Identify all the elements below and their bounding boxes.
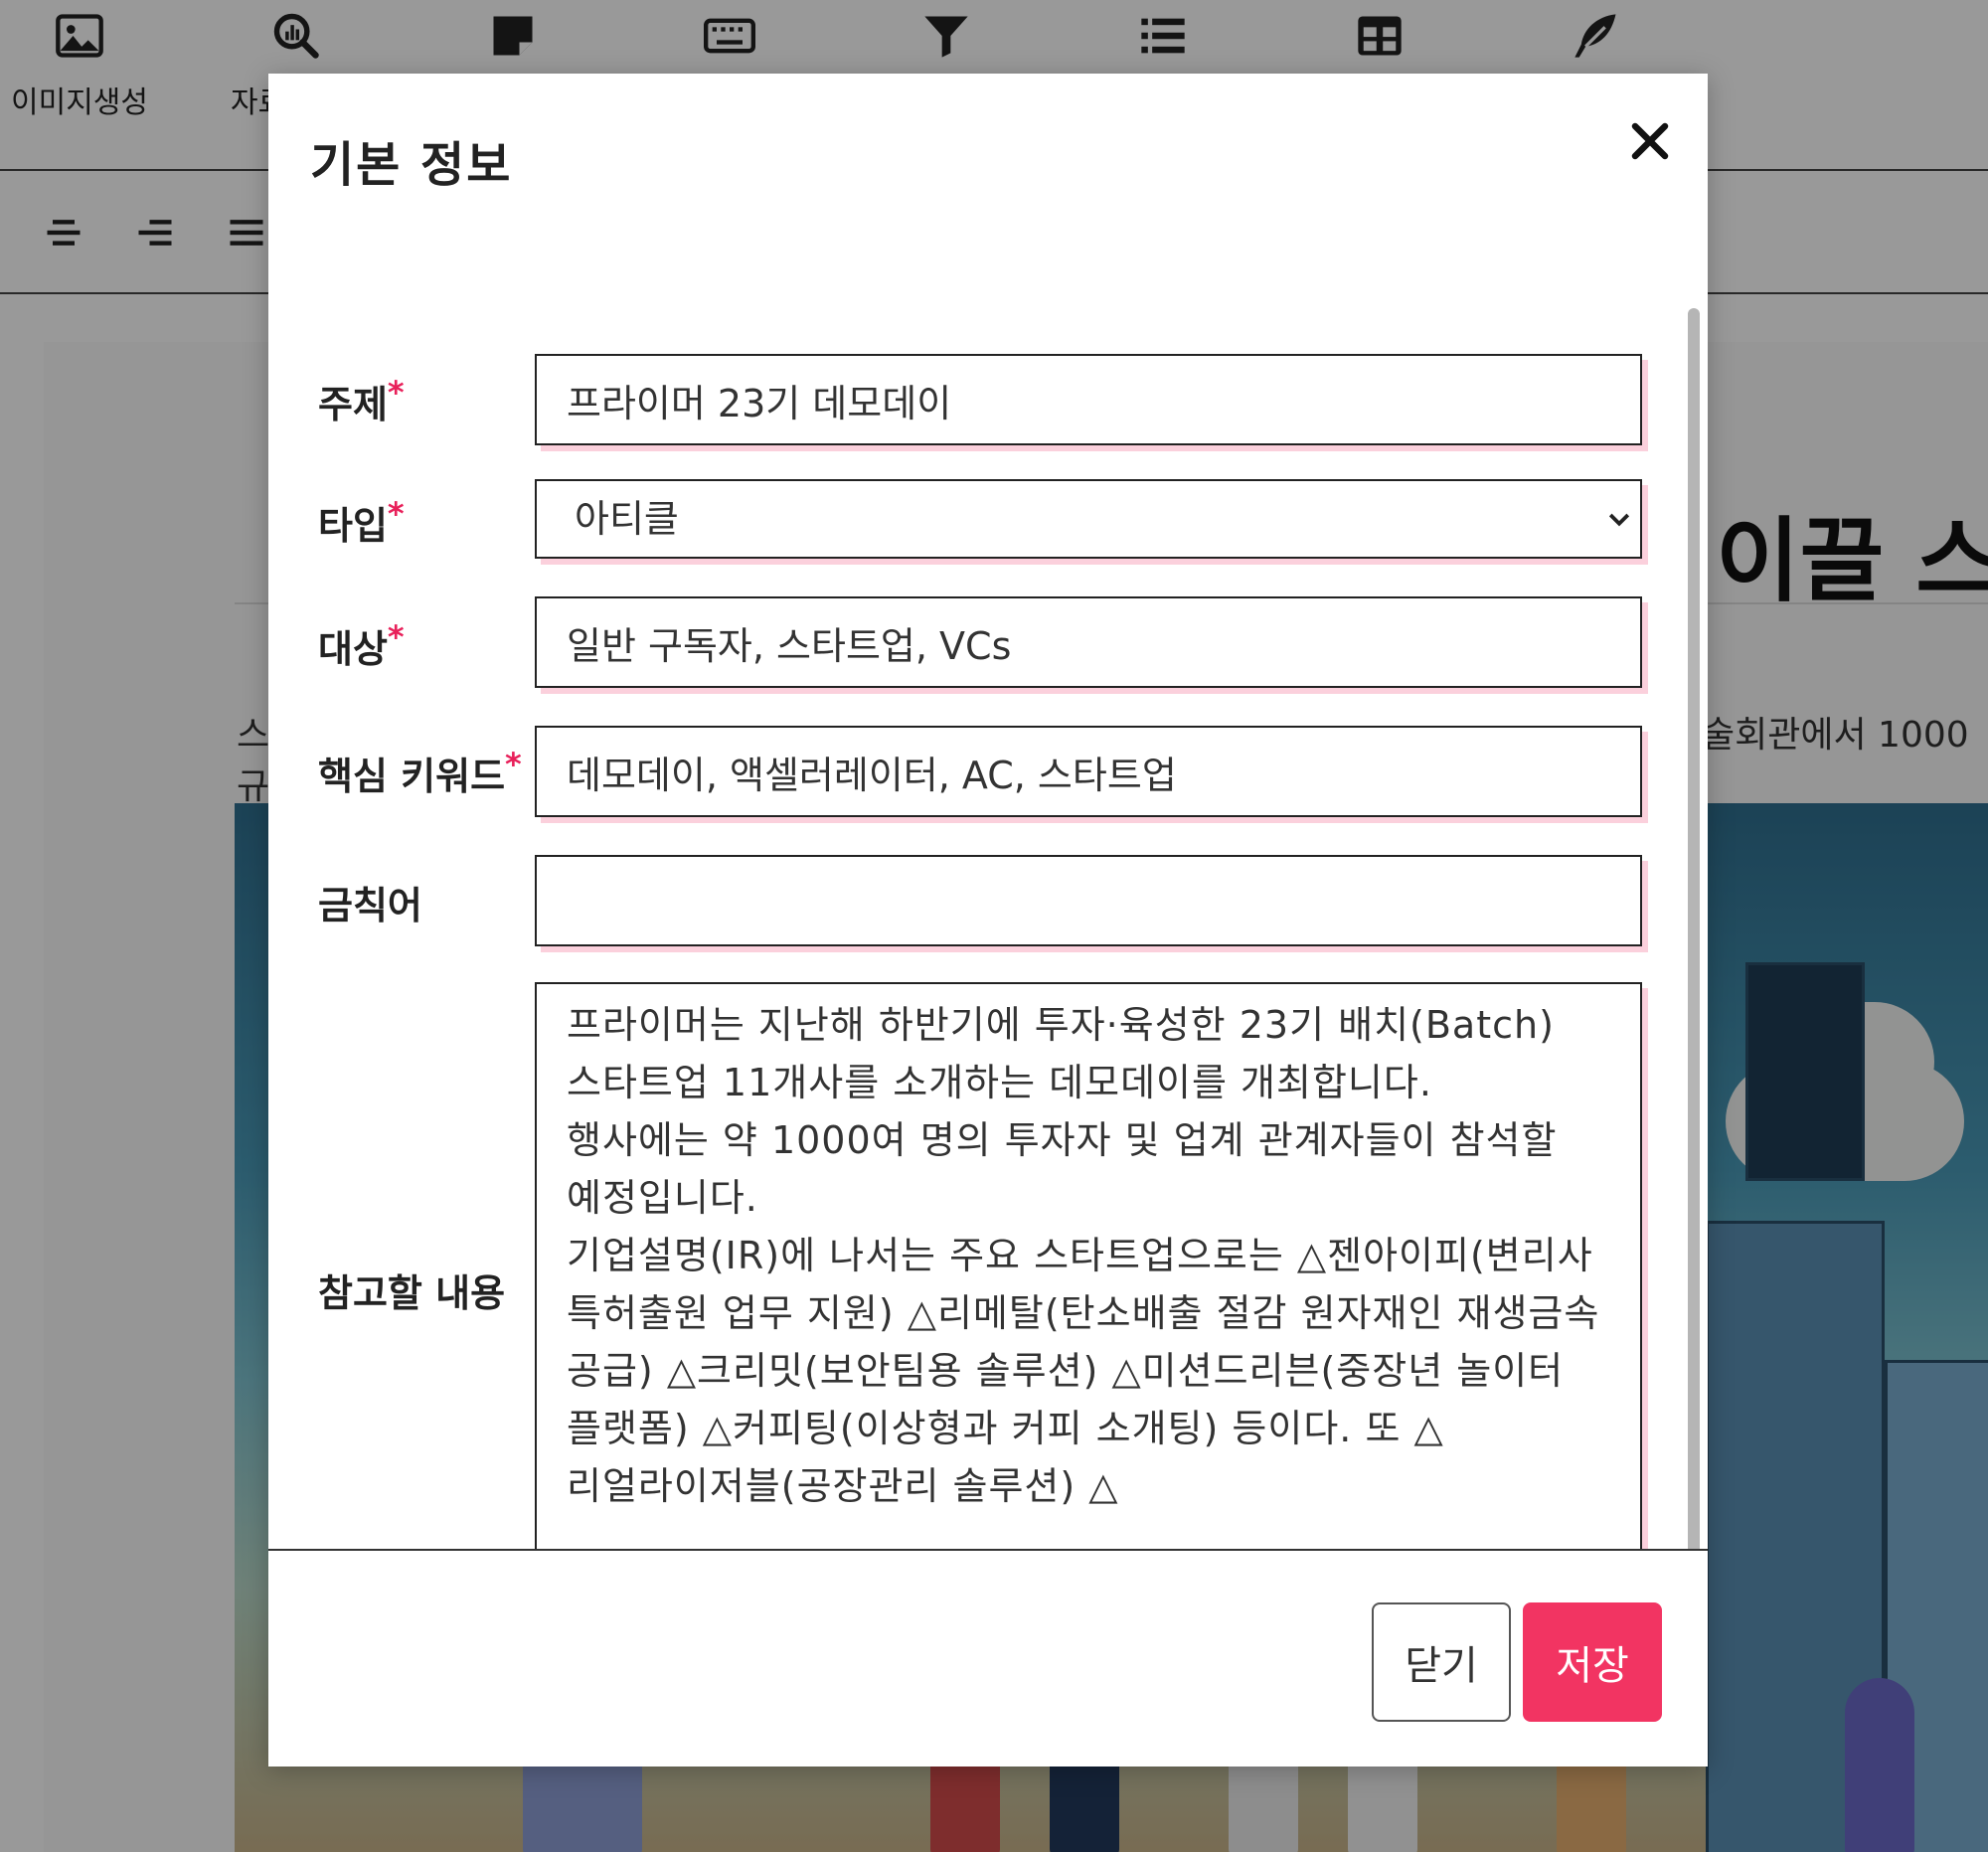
save-button[interactable]: 저장 <box>1523 1602 1662 1722</box>
reference-label: 참고할 내용 <box>318 1271 506 1315</box>
type-label: 타입* <box>318 495 405 550</box>
audience-label: 대상* <box>318 618 405 673</box>
modal-footer: 닫기 저장 <box>268 1549 1708 1767</box>
audience-label-text: 대상 <box>318 627 388 671</box>
keywords-label: 핵심 키워드* <box>318 746 522 800</box>
reference-textarea[interactable]: 프라이머는 지난해 하반기에 투자·육성한 23기 배치(Batch) 스타트업… <box>535 982 1642 1591</box>
modal-scrollbar-thumb[interactable] <box>1688 308 1700 1571</box>
close-button[interactable]: 닫기 <box>1372 1602 1511 1722</box>
banned-words-input[interactable] <box>535 855 1642 946</box>
banned-words-label: 금칙어 <box>318 884 422 927</box>
topic-label: 주제* <box>318 374 405 428</box>
keywords-label-text: 핵심 키워드 <box>318 755 506 798</box>
topic-input[interactable] <box>535 354 1642 445</box>
basic-info-modal: 기본 정보 주제* 타입* 아티클 대상* 핵심 키워드* 금칙어 참고할 내용… <box>268 74 1708 1767</box>
modal-body: 주제* 타입* 아티클 대상* 핵심 키워드* 금칙어 참고할 내용 프라이머는… <box>268 233 1708 1622</box>
modal-title: 기본 정보 <box>310 137 513 193</box>
required-mark: * <box>505 746 522 783</box>
required-mark: * <box>387 374 405 412</box>
topic-label-text: 주제 <box>318 383 388 426</box>
required-mark: * <box>387 618 405 656</box>
required-mark: * <box>387 495 405 533</box>
reference-text: 프라이머는 지난해 하반기에 투자·육성한 23기 배치(Batch) 스타트업… <box>567 1003 1600 1508</box>
type-select[interactable]: 아티클 <box>535 479 1642 559</box>
close-icon <box>1631 122 1669 160</box>
type-label-text: 타입 <box>318 504 388 548</box>
keywords-input[interactable] <box>535 726 1642 817</box>
close-modal-button[interactable] <box>1620 111 1680 171</box>
audience-input[interactable] <box>535 596 1642 688</box>
